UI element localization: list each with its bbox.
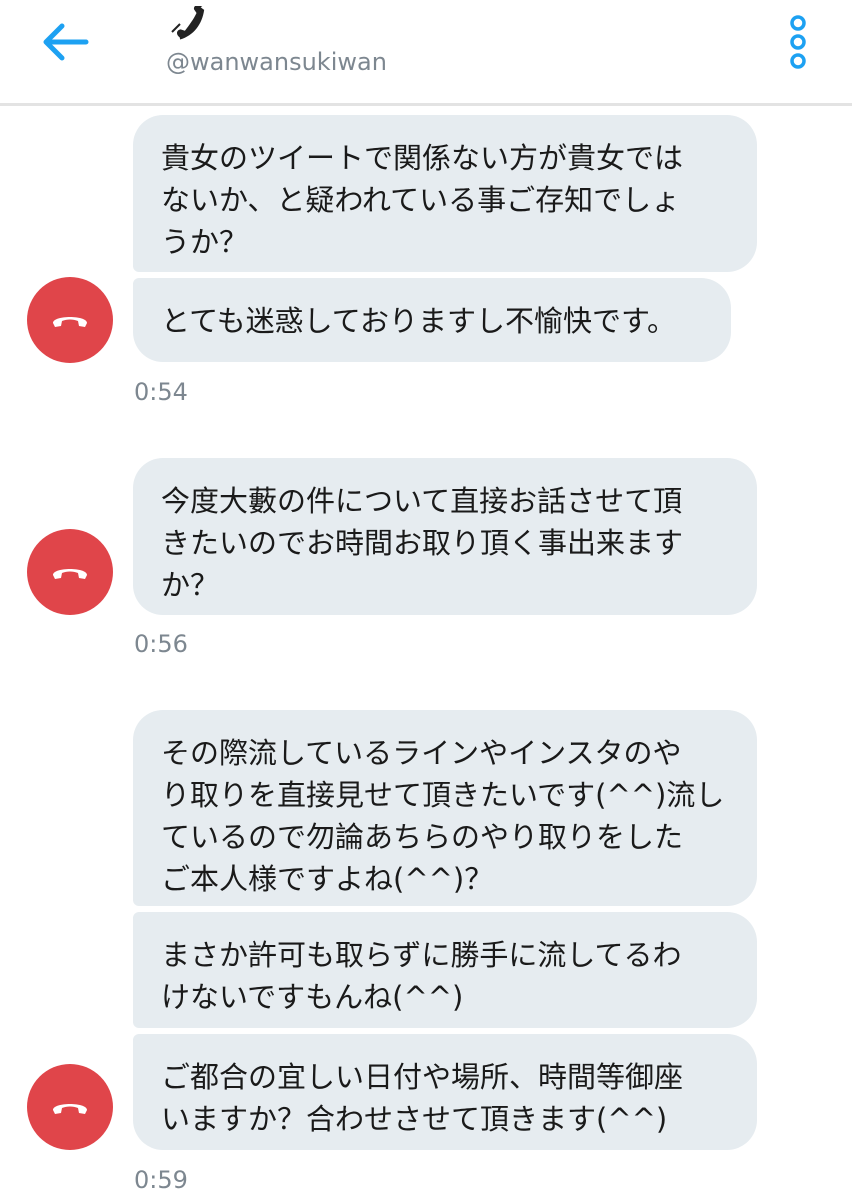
message-bubble[interactable]: 今度大藪の件について直接お話させて頂 きたいのでお時間お取り頂く事出来ます か？ [133, 458, 757, 615]
message-bubble[interactable]: まさか許可も取らずに勝手に流してるわ けないですもんね(^^) [133, 912, 757, 1028]
back-arrow-icon[interactable] [40, 20, 96, 64]
message-bubble[interactable]: とても迷惑しておりますし不愉快です。 [133, 278, 731, 362]
message-timestamp: 0:59 [134, 1166, 188, 1194]
message-timestamp: 0:56 [134, 630, 188, 658]
message-bubble[interactable]: 貴女のツイートで関係ない方が貴女では ないか、と疑われている事ご存知でしょ うか… [133, 115, 757, 272]
user-handle[interactable]: @wanwansukiwan [166, 48, 387, 76]
end-call-icon [27, 1064, 113, 1150]
end-call-icon [27, 529, 113, 615]
end-call-icon [27, 277, 113, 363]
conversation-header: @wanwansukiwan [0, 0, 852, 106]
phone-icon [171, 6, 205, 40]
more-vertical-icon[interactable] [778, 14, 818, 70]
message-timestamp: 0:54 [134, 378, 188, 406]
message-bubble[interactable]: その際流しているラインやインスタのや り取りを直接見せて頂きたいです(^^)流し… [133, 710, 757, 906]
message-bubble[interactable]: ご都合の宜しい日付や場所、時間等御座 いますか？合わせさせて頂きます(^^) [133, 1034, 757, 1150]
